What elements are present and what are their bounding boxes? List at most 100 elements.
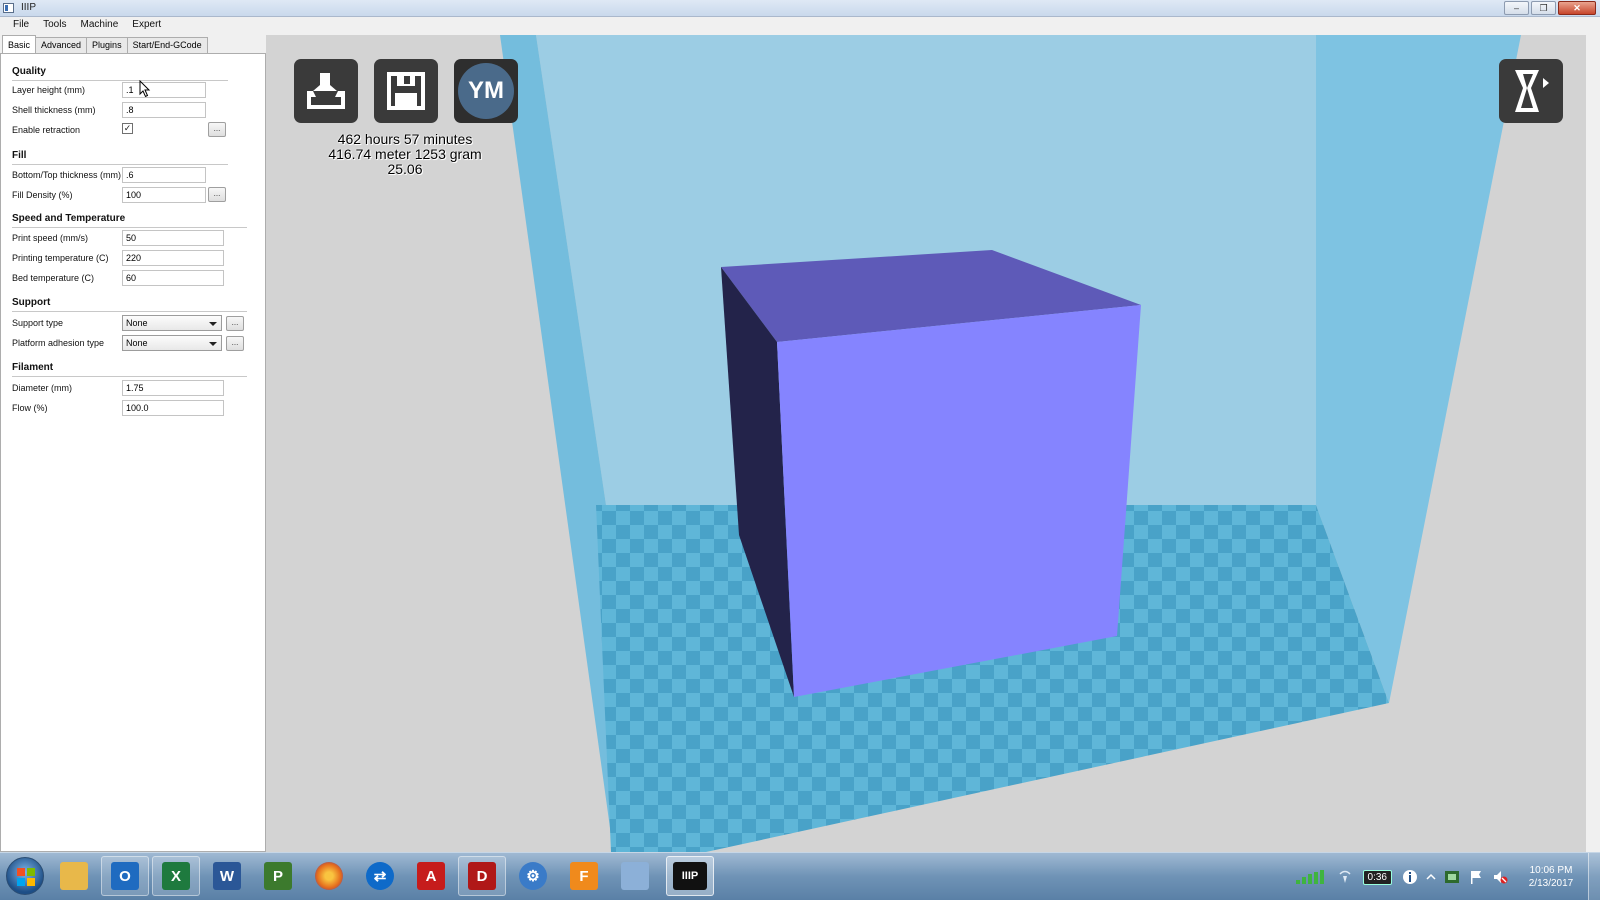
close-button[interactable]: ✕ [1558, 1, 1596, 15]
save-gcode-button[interactable] [374, 59, 438, 123]
restore-button[interactable]: ❐ [1531, 1, 1556, 15]
teamviewer-icon: ⇄ [366, 862, 394, 890]
settings-panel: Quality Layer height (mm) .1 Shell thick… [0, 35, 266, 852]
shell-thickness-label: Shell thickness (mm) [12, 105, 96, 115]
print-speed-label: Print speed (mm/s) [12, 233, 89, 243]
support-type-label: Support type [12, 318, 64, 328]
folder-icon [60, 862, 88, 890]
volume-muted-icon[interactable] [1492, 869, 1508, 885]
app-icon [3, 3, 14, 13]
load-model-button[interactable] [294, 59, 358, 123]
taskbar-settings[interactable]: ⚙ [509, 856, 557, 896]
taskbar-excel[interactable]: X [152, 856, 200, 896]
section-quality-title: Quality [12, 66, 46, 77]
tab-start-end-gcode[interactable]: Start/End-GCode [126, 37, 208, 53]
action-center-flag-icon[interactable] [1468, 869, 1484, 885]
info-icon[interactable] [1402, 869, 1418, 885]
app-tray-icon[interactable] [1444, 869, 1460, 885]
taskbar-notepad[interactable] [611, 856, 659, 896]
f-app-icon: F [570, 862, 598, 890]
battery-indicator[interactable]: 0:36 [1362, 869, 1392, 885]
pdf-app-icon: D [468, 862, 496, 890]
menu-file[interactable]: File [6, 17, 36, 35]
printing-temperature-input[interactable]: 220 [122, 250, 224, 266]
show-desktop-button[interactable] [1588, 853, 1600, 900]
print-speed-input[interactable]: 50 [122, 230, 224, 246]
gear-icon: ⚙ [519, 862, 547, 890]
taskbar-f-app[interactable]: F [560, 856, 608, 896]
tab-basic[interactable]: Basic [2, 35, 37, 53]
shell-thickness-input[interactable]: .8 [122, 102, 206, 118]
taskbar-firefox[interactable] [305, 856, 353, 896]
taskbar: O X W P ⇄ A D ⚙ F IIIP 0:36 10:06 PM 2/1… [0, 852, 1600, 900]
view-mode-button[interactable] [1499, 59, 1563, 123]
menu-machine[interactable]: Machine [73, 17, 125, 35]
bottom-top-thickness-input[interactable]: .6 [122, 167, 206, 183]
tab-plugins[interactable]: Plugins [86, 37, 128, 53]
ym-share-button[interactable]: YM [454, 59, 518, 123]
section-divider [12, 164, 228, 165]
diameter-label: Diameter (mm) [12, 383, 72, 393]
3d-viewport[interactable]: YM 462 hours 57 minutes 416.74 meter 125… [266, 35, 1586, 852]
right-gutter [1586, 35, 1600, 852]
windows-logo-icon [17, 868, 35, 886]
platform-adhesion-select[interactable]: None [122, 335, 222, 351]
firefox-icon [315, 862, 343, 890]
diameter-input[interactable]: 1.75 [122, 380, 224, 396]
fill-density-input[interactable]: 100 [122, 187, 206, 203]
clock-date: 2/13/2017 [1528, 878, 1574, 889]
window-title: IIIP [21, 2, 37, 13]
minimize-button[interactable]: ‒ [1504, 1, 1529, 15]
taskbar-iiip[interactable]: IIIP [666, 856, 714, 896]
start-button[interactable] [6, 857, 44, 895]
support-type-value: None [126, 318, 148, 328]
taskbar-pdf-app[interactable]: D [458, 856, 506, 896]
section-speed-title: Speed and Temperature [12, 213, 126, 224]
filament-usage-text: 416.74 meter 1253 gram [328, 146, 482, 162]
menu-tools[interactable]: Tools [36, 17, 73, 35]
title-bar: IIIP ‒ ❐ ✕ [0, 0, 1600, 17]
fill-more-button[interactable]: ... [208, 187, 226, 202]
fill-density-label: Fill Density (%) [12, 190, 73, 200]
taskbar-project[interactable]: P [254, 856, 302, 896]
acrobat-icon: A [417, 862, 445, 890]
word-icon: W [213, 862, 241, 890]
network-signal-icon[interactable] [1295, 869, 1329, 885]
layer-height-input[interactable]: .1 [122, 82, 206, 98]
adhesion-more-button[interactable]: ... [226, 336, 244, 351]
taskbar-acrobat[interactable]: A [407, 856, 455, 896]
flow-label: Flow (%) [12, 403, 48, 413]
menu-bar: File Tools Machine Expert [0, 17, 1600, 35]
clock[interactable]: 10:06 PM 2/13/2017 [1518, 864, 1584, 890]
bed-temperature-input[interactable]: 60 [122, 270, 224, 286]
section-fill-title: Fill [12, 150, 27, 161]
system-tray: 0:36 10:06 PM 2/13/2017 [1291, 853, 1600, 900]
section-divider [12, 227, 247, 228]
support-more-button[interactable]: ... [226, 316, 244, 331]
section-support-title: Support [12, 297, 51, 308]
section-filament-title: Filament [12, 362, 54, 373]
settings-tabs: Basic Advanced Plugins Start/End-GCode [2, 35, 208, 53]
retraction-more-button[interactable]: ... [208, 122, 226, 137]
window-controls: ‒ ❐ ✕ [1504, 1, 1596, 15]
dropdown-arrow-icon [209, 342, 217, 346]
platform-adhesion-value: None [126, 338, 148, 348]
tab-content-basic: Quality Layer height (mm) .1 Shell thick… [0, 53, 266, 852]
project-icon: P [264, 862, 292, 890]
dropdown-arrow-icon [209, 322, 217, 326]
support-type-select[interactable]: None [122, 315, 222, 331]
show-hidden-icons-icon[interactable] [1426, 869, 1436, 885]
wireless-icon[interactable] [1337, 869, 1353, 885]
taskbar-word[interactable]: W [203, 856, 251, 896]
notepad-icon [621, 862, 649, 890]
save-disk-icon [387, 72, 425, 110]
enable-retraction-checkbox[interactable]: ✓ [122, 123, 133, 134]
taskbar-file-explorer[interactable] [50, 856, 98, 896]
flow-input[interactable]: 100.0 [122, 400, 224, 416]
taskbar-outlook[interactable]: O [101, 856, 149, 896]
menu-expert[interactable]: Expert [125, 17, 168, 35]
model-cube-front [777, 305, 1141, 697]
taskbar-teamviewer[interactable]: ⇄ [356, 856, 404, 896]
tab-advanced[interactable]: Advanced [35, 37, 88, 53]
bottom-top-thickness-label: Bottom/Top thickness (mm) [12, 170, 122, 180]
